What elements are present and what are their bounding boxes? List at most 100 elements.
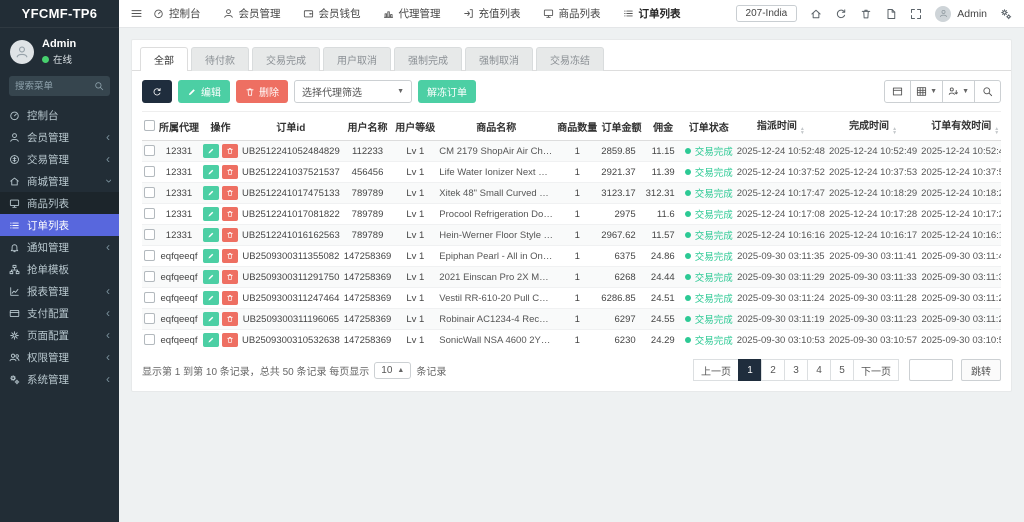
row-checkbox[interactable]	[144, 250, 155, 261]
nav-item-goods[interactable]: 商品列表	[543, 6, 601, 21]
row-checkbox[interactable]	[144, 334, 155, 345]
column-header-user_name: 用户名称	[342, 112, 394, 141]
row-delete-button[interactable]	[222, 270, 238, 284]
row-checkbox[interactable]	[144, 271, 155, 282]
row-delete-button[interactable]	[222, 312, 238, 326]
row-checkbox[interactable]	[144, 208, 155, 219]
row-edit-button[interactable]	[203, 270, 219, 284]
sort-icon[interactable]: ▲▼	[892, 127, 897, 135]
row-delete-button[interactable]	[222, 144, 238, 158]
column-header-assign_time[interactable]: 指派时间▲▼	[735, 112, 827, 141]
row-delete-button[interactable]	[222, 228, 238, 242]
nav-item-console[interactable]: 控制台	[153, 6, 201, 21]
row-delete-button[interactable]	[222, 333, 238, 347]
row-checkbox[interactable]	[144, 166, 155, 177]
row-delete-button[interactable]	[222, 186, 238, 200]
column-header-complete_time[interactable]: 完成时间▲▼	[827, 112, 919, 141]
row-delete-button[interactable]	[222, 249, 238, 263]
region-button[interactable]: 207-India	[736, 5, 798, 22]
row-edit-button[interactable]	[203, 249, 219, 263]
sidebar-item-console[interactable]: 控制台	[0, 104, 119, 126]
nav-item-orders[interactable]: 订单列表	[623, 6, 681, 21]
prev-page-button[interactable]: 上一页	[693, 359, 739, 381]
page-button-3[interactable]: 3	[784, 359, 808, 381]
row-edit-button[interactable]	[203, 207, 219, 221]
sort-icon[interactable]: ▲▼	[994, 127, 999, 135]
tab-5[interactable]: 强制取消	[465, 47, 533, 71]
sidebar-item-notify[interactable]: 通知管理‹	[0, 236, 119, 258]
delete-button[interactable]: 删除	[236, 80, 288, 103]
sidebar-item-system[interactable]: 系统管理‹	[0, 368, 119, 390]
refresh-button[interactable]	[142, 80, 172, 103]
sidebar-item-trade[interactable]: 交易管理‹	[0, 148, 119, 170]
sidebar-toggle-button[interactable]	[119, 7, 153, 20]
fullscreen-icon[interactable]	[910, 8, 922, 20]
page-button-2[interactable]: 2	[761, 359, 785, 381]
tab-2[interactable]: 交易完成	[252, 47, 320, 71]
nav-item-member[interactable]: 会员管理	[223, 6, 281, 21]
row-checkbox[interactable]	[144, 229, 155, 240]
user-menu[interactable]: Admin	[935, 6, 987, 22]
tab-6[interactable]: 交易冻结	[536, 47, 604, 71]
row-checkbox[interactable]	[144, 292, 155, 303]
search-icon[interactable]	[94, 81, 104, 91]
tab-0[interactable]: 全部	[140, 47, 188, 71]
row-edit-button[interactable]	[203, 144, 219, 158]
sidebar-item-perm[interactable]: 权限管理‹	[0, 346, 119, 368]
page-button-5[interactable]: 5	[830, 359, 854, 381]
sidebar-item-page[interactable]: 页面配置‹	[0, 324, 119, 346]
row-edit-button[interactable]	[203, 312, 219, 326]
trash-icon[interactable]	[860, 8, 872, 20]
tab-4[interactable]: 强制完成	[394, 47, 462, 71]
sidebar-search-input[interactable]	[15, 81, 94, 92]
nav-item-agent[interactable]: 代理管理	[383, 6, 441, 21]
next-page-button[interactable]: 下一页	[853, 359, 899, 381]
row-checkbox[interactable]	[144, 313, 155, 324]
export-button[interactable]: ▼	[942, 80, 975, 103]
sidebar-item-label: 系统管理	[27, 372, 99, 387]
nav-item-wallet[interactable]: 会员钱包	[303, 6, 361, 21]
settings-icon[interactable]	[1000, 8, 1012, 20]
sidebar-item-mall[interactable]: 商城管理‹	[0, 170, 119, 192]
search-toggle-button[interactable]	[974, 80, 1001, 103]
refresh-icon[interactable]	[835, 8, 847, 20]
row-actions-cell	[201, 330, 240, 351]
page-size-select[interactable]: 10▲	[374, 362, 411, 379]
file-icon[interactable]	[885, 8, 897, 20]
row-delete-button[interactable]	[222, 291, 238, 305]
toggle-view-button[interactable]	[884, 80, 911, 103]
select-all-checkbox[interactable]	[144, 120, 155, 131]
page-jump-input[interactable]	[909, 359, 953, 381]
row-delete-button[interactable]	[222, 165, 238, 179]
row-edit-button[interactable]	[203, 291, 219, 305]
tab-3[interactable]: 用户取消	[323, 47, 391, 71]
unfreeze-orders-button[interactable]: 解冻订单	[418, 80, 476, 103]
agent-filter-select[interactable]: 选择代理筛选▼	[294, 80, 412, 103]
columns-button[interactable]: ▼	[910, 80, 943, 103]
sidebar-item-goods[interactable]: 商品列表	[0, 192, 119, 214]
sidebar-item-member[interactable]: 会员管理‹	[0, 126, 119, 148]
records-info-suffix: 条记录	[416, 363, 446, 378]
home-icon[interactable]	[810, 8, 822, 20]
row-edit-button[interactable]	[203, 333, 219, 347]
row-edit-button[interactable]	[203, 228, 219, 242]
product-name-cell: Vestil RR-610-20 Pull Chain ...	[437, 288, 555, 309]
row-delete-button[interactable]	[222, 207, 238, 221]
page-button-1[interactable]: 1	[738, 359, 762, 381]
sidebar-item-pay[interactable]: 支付配置‹	[0, 302, 119, 324]
edit-button[interactable]: 编辑	[178, 80, 230, 103]
row-checkbox[interactable]	[144, 187, 155, 198]
row-edit-button[interactable]	[203, 165, 219, 179]
row-checkbox[interactable]	[144, 145, 155, 156]
row-edit-button[interactable]	[203, 186, 219, 200]
quantity-cell: 1	[555, 141, 599, 162]
tab-1[interactable]: 待付款	[191, 47, 249, 71]
sort-icon[interactable]: ▲▼	[800, 127, 805, 135]
sidebar-item-grab[interactable]: 抢单模板	[0, 258, 119, 280]
page-jump-button[interactable]: 跳转	[961, 359, 1001, 381]
column-header-valid_time[interactable]: 订单有效时间▲▼	[919, 112, 1001, 141]
sidebar-item-orders[interactable]: 订单列表	[0, 214, 119, 236]
nav-item-recharge[interactable]: 充值列表	[463, 6, 521, 21]
page-button-4[interactable]: 4	[807, 359, 831, 381]
sidebar-item-report[interactable]: 报表管理‹	[0, 280, 119, 302]
